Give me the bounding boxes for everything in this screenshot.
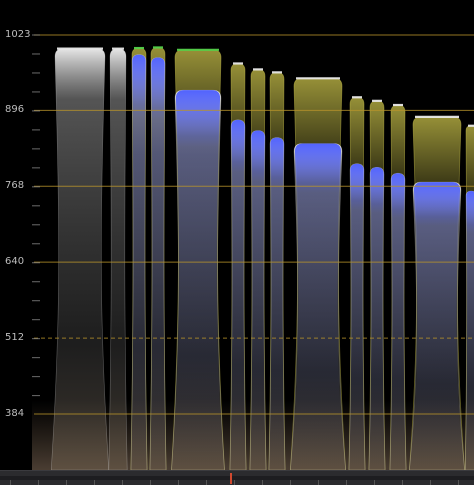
trace-column-blue <box>349 163 365 470</box>
trace-column-blue <box>269 137 285 470</box>
playhead-marker[interactable] <box>230 473 233 484</box>
scrubber-tick <box>430 480 431 485</box>
trace-column-blue <box>291 143 345 470</box>
scrubber-tick <box>66 480 67 485</box>
scrubber-tick <box>458 480 459 485</box>
scrubber-tick <box>10 480 11 485</box>
trace-column-blue <box>369 167 385 470</box>
trace-column-blue <box>230 119 246 470</box>
scrubber-tick <box>206 480 207 485</box>
y-axis-label: 384 <box>5 408 25 419</box>
y-axis-label: 640 <box>5 256 25 268</box>
trace-column-blue <box>390 173 406 470</box>
scrubber-tick <box>178 480 179 485</box>
scrubber-tick <box>38 480 39 485</box>
scrubber-tick <box>234 480 235 485</box>
y-axis-label: 512 <box>5 332 25 344</box>
y-axis-label: 1023 <box>5 29 31 40</box>
trace-column <box>50 48 110 470</box>
scrubber-tick <box>290 480 291 485</box>
scrubber-tick <box>318 480 319 485</box>
trace-column-blue <box>250 130 266 470</box>
trace-column <box>108 48 128 470</box>
trace-column-blue <box>410 182 464 470</box>
scrubber-tick <box>122 480 123 485</box>
scrubber-tick <box>94 480 95 485</box>
trace-column-blue <box>172 90 224 470</box>
timeline-scrubber[interactable] <box>0 470 474 485</box>
scrubber-tick <box>262 480 263 485</box>
y-axis-label: 896 <box>5 104 25 116</box>
scrubber-tick <box>374 480 375 485</box>
y-axis-label: 768 <box>5 180 25 192</box>
waveform-canvas <box>32 34 474 470</box>
trace-column-blue <box>150 57 166 470</box>
scrubber-tick <box>346 480 347 485</box>
scrubber-tick <box>150 480 151 485</box>
waveform-scope <box>0 0 474 470</box>
scrubber-tick <box>402 480 403 485</box>
